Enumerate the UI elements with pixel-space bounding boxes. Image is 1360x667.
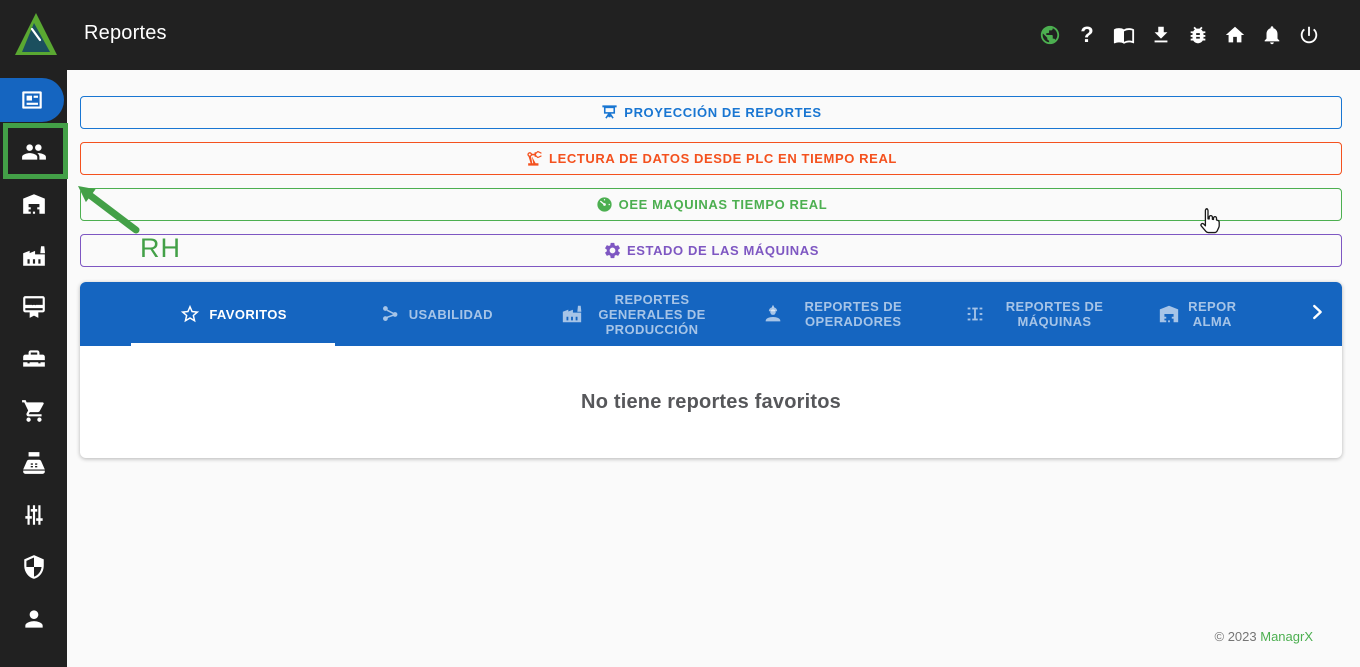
sidebar-item-factory[interactable] (0, 234, 67, 278)
person-icon (21, 606, 47, 632)
sliders-icon (21, 502, 47, 528)
tab-label: REPOR ALMA (1188, 299, 1237, 329)
banner-label: ESTADO DE LAS MÁQUINAS (626, 243, 820, 258)
plc-realtime-banner[interactable]: LECTURA DE DATOS DESDE PLC EN TIEMPO REA… (80, 142, 1342, 175)
bug-report-icon[interactable] (1186, 23, 1210, 47)
sidebar (0, 0, 67, 667)
chevron-right-icon (1306, 301, 1328, 328)
toolbox-icon (21, 346, 47, 372)
top-bar-actions: ? (1038, 0, 1321, 70)
annotation-highlight-box (3, 123, 68, 179)
globe-icon[interactable] (1038, 23, 1062, 47)
tab-label: USABILIDAD (408, 306, 493, 322)
tab-favoritos[interactable]: FAVORITOS (131, 282, 336, 346)
copyright-text: © 2023 (1214, 629, 1257, 644)
help-icon[interactable]: ? (1075, 23, 1099, 47)
manual-book-icon[interactable] (1112, 23, 1136, 47)
tab-reportes-maquinas[interactable]: REPORTES DE MÁQUINAS (939, 282, 1140, 346)
gear-icon (603, 241, 622, 260)
sidebar-item-sales[interactable] (0, 441, 67, 485)
tab-bar: FAVORITOS USABILIDAD REPORTES GENERALES … (80, 282, 1342, 346)
tab-usabilidad[interactable]: USABILIDAD (335, 282, 536, 346)
empty-favorites-message: No tiene reportes favoritos (581, 390, 841, 413)
app-logo[interactable] (13, 11, 59, 58)
projector-screen-icon (600, 103, 619, 122)
star-icon (179, 303, 201, 325)
sidebar-item-reports[interactable] (0, 78, 64, 122)
banner-label: LECTURA DE DATOS DESDE PLC EN TIEMPO REA… (549, 151, 897, 166)
tab-label: REPORTES GENERALES DE PRODUCCIÓN (598, 291, 706, 337)
robot-arm-icon (525, 149, 544, 168)
reports-card: FAVORITOS USABILIDAD REPORTES GENERALES … (80, 282, 1342, 458)
certificate-icon (21, 294, 47, 320)
home-icon[interactable] (1223, 23, 1247, 47)
oee-machines-banner[interactable]: OEE MAQUINAS TIEMPO REAL (80, 188, 1342, 221)
brand-link[interactable]: ManagrX (1260, 629, 1313, 644)
machine-icon (964, 303, 986, 325)
factory-icon (21, 243, 47, 269)
notifications-icon[interactable] (1260, 23, 1284, 47)
top-bar: Reportes ? (0, 0, 1360, 70)
hub-icon (379, 303, 401, 325)
tabs-scroll-right-button[interactable] (1299, 282, 1335, 346)
gauge-icon (595, 195, 614, 214)
projection-reports-banner[interactable]: PROYECCIÓN DE REPORTES (80, 96, 1342, 129)
active-tab-indicator (131, 343, 336, 346)
warehouse-icon (1158, 303, 1180, 325)
sidebar-item-certificates[interactable] (0, 285, 67, 329)
tab-reportes-generales-produccion[interactable]: REPORTES GENERALES DE PRODUCCIÓN (536, 282, 737, 346)
cash-register-icon (21, 450, 47, 476)
annotation-arrow (70, 180, 144, 238)
banner-label: OEE MAQUINAS TIEMPO REAL (618, 197, 828, 212)
annotation-label: RH (140, 233, 181, 263)
sidebar-item-profile[interactable] (0, 597, 67, 641)
power-icon[interactable] (1297, 23, 1321, 47)
page-title: Reportes (84, 22, 167, 44)
tab-label: REPORTES DE OPERADORES (804, 299, 903, 329)
sidebar-item-purchases[interactable] (0, 389, 67, 433)
sidebar-item-warehouse[interactable] (0, 182, 67, 226)
shopping-cart-icon (21, 398, 47, 424)
footer: © 2023 ManagrX (1215, 629, 1314, 644)
tab-label: FAVORITOS (209, 306, 287, 322)
tab-reportes-operadores[interactable]: REPORTES DE OPERADORES (738, 282, 939, 346)
shield-icon (21, 554, 47, 580)
sidebar-item-configuration[interactable] (0, 493, 67, 537)
machine-status-banner[interactable]: ESTADO DE LAS MÁQUINAS (80, 234, 1342, 267)
operator-icon (762, 303, 784, 325)
sidebar-item-security[interactable] (0, 545, 67, 589)
app-window: Reportes ? PROYECCIÓN DE REPORTES LECTUR… (0, 0, 1360, 667)
download-icon[interactable] (1149, 23, 1173, 47)
tab-label: REPORTES DE MÁQUINAS (1005, 299, 1104, 329)
newspaper-reports-icon (19, 87, 45, 113)
factory-icon (561, 303, 583, 325)
banner-label: PROYECCIÓN DE REPORTES (624, 105, 822, 120)
tabs-row: FAVORITOS USABILIDAD REPORTES GENERALES … (131, 282, 1342, 346)
warehouse-icon (21, 191, 47, 217)
sidebar-item-toolbox[interactable] (0, 337, 67, 381)
